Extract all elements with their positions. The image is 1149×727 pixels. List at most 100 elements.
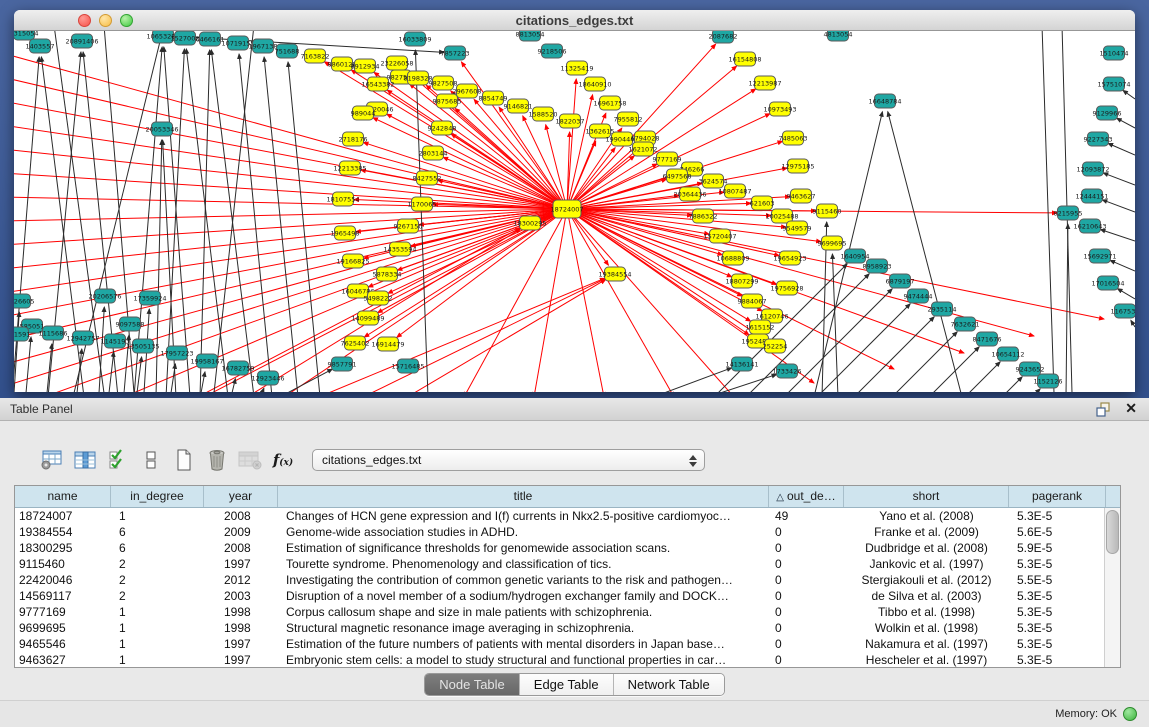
edge[interactable] xyxy=(137,357,142,392)
graph-node-selected[interactable]: 7625402 xyxy=(341,336,370,350)
graph-node[interactable]: 13505135 xyxy=(126,339,159,353)
edge[interactable] xyxy=(896,332,957,392)
graph-node-selected[interactable]: 7955812 xyxy=(614,112,643,126)
edge[interactable] xyxy=(164,47,190,392)
graph-node[interactable]: 1967138 xyxy=(249,39,278,53)
graph-node[interactable]: 17016504 xyxy=(1091,276,1124,290)
edge[interactable] xyxy=(1131,320,1135,327)
graph-node-selected[interactable]: 989044 xyxy=(351,106,376,120)
graph-node-selected[interactable]: 9699695 xyxy=(818,236,847,250)
graph-node[interactable]: 19958167 xyxy=(190,354,223,368)
graph-node-selected[interactable]: 9463627 xyxy=(787,189,816,203)
edge[interactable] xyxy=(26,337,31,392)
graph-node-selected[interactable]: 14099489 xyxy=(351,311,384,325)
graph-node-selected[interactable]: 5498222 xyxy=(364,291,393,305)
table-row[interactable]: 1830029562008Estimation of significance … xyxy=(15,540,1104,556)
graph-node-selected[interactable]: 12213987 xyxy=(748,76,781,90)
graph-node[interactable]: 8958923 xyxy=(863,259,892,273)
graph-node[interactable]: 1152126 xyxy=(1034,374,1063,388)
graph-node[interactable]: 1115686 xyxy=(39,326,68,340)
edge[interactable] xyxy=(933,347,979,392)
graph-node-selected[interactable]: 1170065 xyxy=(408,197,437,211)
graph-node[interactable]: 1167531 xyxy=(1111,304,1135,318)
graph-node[interactable]: 9857791 xyxy=(328,357,357,371)
graph-node-selected[interactable]: 9549579 xyxy=(783,221,812,235)
table-row[interactable]: 1872400712008Changes of HCN gene express… xyxy=(15,508,1104,524)
graph-node[interactable]: 15751074 xyxy=(1097,77,1130,91)
column-header-year[interactable]: year xyxy=(204,486,278,507)
scrollbar-thumb[interactable] xyxy=(1106,510,1119,554)
graph-node-selected[interactable]: 20364436 xyxy=(673,187,706,201)
table-row[interactable]: 2242004622012Investigating the contribut… xyxy=(15,572,1104,588)
graph-node-selected[interactable]: 1822037 xyxy=(556,114,585,128)
edge[interactable] xyxy=(186,49,228,392)
graph-node-selected[interactable]: 621603 xyxy=(750,196,775,210)
graph-node-selected[interactable]: 18724007 xyxy=(550,200,583,218)
graph-node[interactable]: 6466161 xyxy=(196,32,225,46)
column-header-pagerank[interactable]: pagerank xyxy=(1009,486,1106,507)
graph-node-selected[interactable]: 8427552 xyxy=(413,171,442,185)
graph-node-selected[interactable]: 10688809 xyxy=(716,251,749,265)
graph-node-selected[interactable]: 9115460 xyxy=(813,204,842,218)
graph-node[interactable]: 9227343 xyxy=(1084,132,1113,146)
graph-node[interactable]: 10654112 xyxy=(991,347,1024,361)
column-header-out_de[interactable]: △out_de… xyxy=(769,486,844,507)
graph-node[interactable]: 9129966 xyxy=(1093,106,1122,120)
graph-node-selected[interactable]: 6497568 xyxy=(663,169,692,183)
table-row[interactable]: 911546021997Tourette syndrome. Phenomeno… xyxy=(15,556,1104,572)
graph-node[interactable]: 1403557 xyxy=(26,39,55,53)
graph-node-selected[interactable]: 15720407 xyxy=(703,229,736,243)
edge[interactable] xyxy=(264,57,298,392)
close-panel-icon[interactable]: ✕ xyxy=(1125,400,1137,417)
selected-edge[interactable] xyxy=(567,145,637,209)
function-builder-icon[interactable]: f(x) xyxy=(271,447,295,473)
edge[interactable] xyxy=(1042,31,1054,392)
graph-node-selected[interactable]: 5878334 xyxy=(373,267,402,281)
graph-node-selected[interactable]: 16154808 xyxy=(728,52,761,66)
graph-node[interactable]: 12444151 xyxy=(1075,189,1108,203)
graph-node-selected[interactable]: 3624574 xyxy=(699,174,728,188)
tab-edge-table[interactable]: Edge Table xyxy=(520,674,614,695)
edge[interactable] xyxy=(888,112,962,392)
graph-node[interactable]: 12942757 xyxy=(66,331,99,345)
window-titlebar[interactable]: citations_edges.txt xyxy=(14,10,1135,31)
graph-node[interactable]: 8215955 xyxy=(1054,206,1083,220)
graph-node[interactable]: 7857223 xyxy=(441,46,470,60)
vertical-scrollbar[interactable] xyxy=(1104,508,1120,667)
graph-node[interactable]: 1733426 xyxy=(773,364,802,378)
delete-column-icon[interactable] xyxy=(205,447,229,473)
graph-node[interactable]: 751688 xyxy=(275,44,300,58)
graph-node-selected[interactable]: 9875685 xyxy=(433,94,462,108)
edge[interactable] xyxy=(1123,90,1135,99)
graph-node[interactable]: 8471676 xyxy=(973,332,1002,346)
graph-node[interactable]: 1145193 xyxy=(101,334,130,348)
selected-edge[interactable] xyxy=(14,209,567,221)
memory-status-indicator[interactable] xyxy=(1123,707,1137,721)
selected-edge[interactable] xyxy=(14,197,567,209)
table-row[interactable]: 1456911722003Disruption of a novel membe… xyxy=(15,588,1104,604)
table-row[interactable]: 977716911998Corpus callosum shape and si… xyxy=(15,604,1104,620)
graph-node-selected[interactable]: 2718176 xyxy=(339,132,368,146)
graph-node[interactable]: 9218506 xyxy=(538,44,567,58)
select-all-icon[interactable] xyxy=(106,447,130,473)
column-header-name[interactable]: name xyxy=(15,486,111,507)
graph-node-selected[interactable]: 11325419 xyxy=(560,61,593,75)
graph-node[interactable]: 8813054 xyxy=(516,31,545,41)
graph-node[interactable]: 2935114 xyxy=(928,302,957,316)
graph-node[interactable]: 2526605 xyxy=(14,294,34,308)
selected-edge[interactable] xyxy=(404,280,606,392)
graph-node-selected[interactable]: 9242848 xyxy=(428,121,457,135)
edge[interactable] xyxy=(200,50,210,392)
graph-node[interactable]: 16033809 xyxy=(398,32,431,46)
graph-node-selected[interactable]: 7163822 xyxy=(301,49,330,63)
graph-node[interactable]: 2087682 xyxy=(709,31,738,43)
graph-node-selected[interactable]: 1621072 xyxy=(629,142,658,156)
graph-node[interactable]: 6879197 xyxy=(886,274,915,288)
edge[interactable] xyxy=(832,254,838,392)
new-column-icon[interactable] xyxy=(172,447,196,473)
graph-node[interactable]: 17359924 xyxy=(133,291,166,305)
edge[interactable] xyxy=(664,368,732,392)
graph-node-selected[interactable]: 7485063 xyxy=(779,131,808,145)
graph-node[interactable]: 1640954 xyxy=(841,249,870,263)
edge[interactable] xyxy=(214,31,254,392)
